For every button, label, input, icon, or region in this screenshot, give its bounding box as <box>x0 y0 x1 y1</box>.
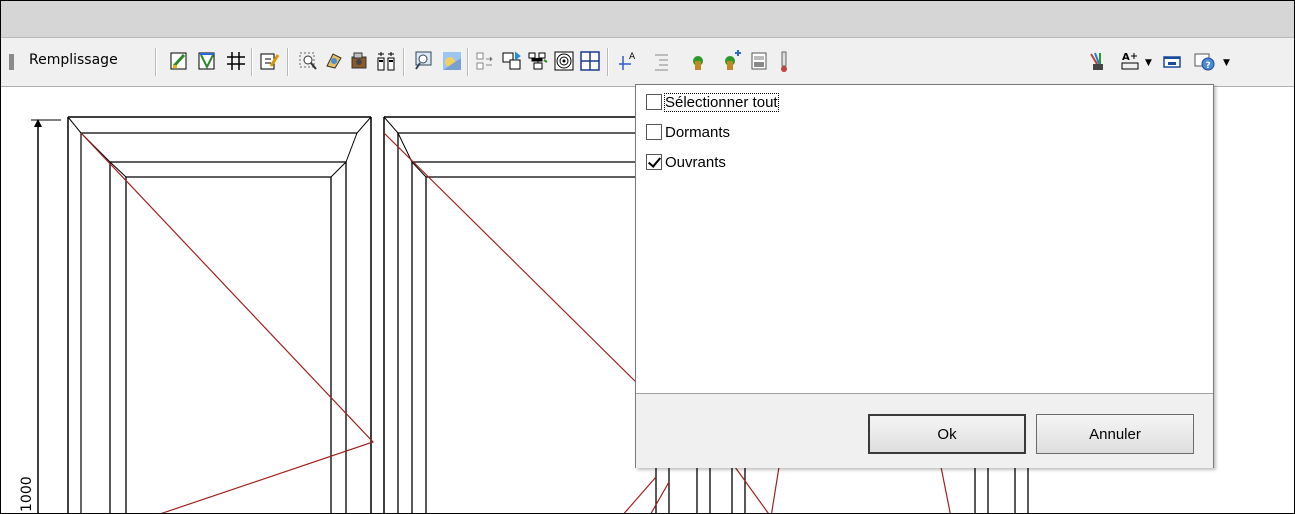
edit-pencil-icon[interactable] <box>259 50 281 72</box>
cancel-button[interactable]: Annuler <box>1036 414 1194 454</box>
split-icon[interactable] <box>475 50 497 72</box>
title-bar <box>1 1 1294 38</box>
thermometer-icon[interactable] <box>781 51 787 72</box>
eraser-icon[interactable] <box>197 50 219 72</box>
tree-add-icon[interactable] <box>725 50 741 70</box>
toolbar-icons-row-right <box>655 50 787 72</box>
toolbar-separator <box>287 48 289 76</box>
toolbar-separator <box>155 48 157 76</box>
checkbox-dormants-label[interactable]: Dormants <box>665 124 730 141</box>
toolbar-separator <box>251 48 253 76</box>
toolbar-separator <box>607 48 609 76</box>
list-indent-icon[interactable] <box>655 54 668 71</box>
tree-icon[interactable] <box>693 56 703 70</box>
dimension-arrow-icon[interactable]: A <box>617 50 639 72</box>
checkbox-dormants-box[interactable] <box>646 124 662 140</box>
popup-footer: Ok Annuler <box>636 393 1213 468</box>
sky-icon[interactable] <box>441 50 463 72</box>
rotate-object-icon[interactable] <box>323 50 345 72</box>
application-window: Remplissage A A ▼ ? ▼ 1000 Sélectionner … <box>0 0 1295 514</box>
toolbar-grip[interactable] <box>9 54 14 70</box>
grid-icon[interactable] <box>225 50 247 72</box>
checkbox-select-all[interactable]: Sélectionner tout <box>646 91 779 113</box>
zoom-preview-icon[interactable] <box>413 50 435 72</box>
branch-icon[interactable] <box>527 50 549 72</box>
table-grid-icon[interactable] <box>579 50 601 72</box>
chevron-down-icon[interactable]: ▼ <box>1145 58 1152 68</box>
insert-frame-icon[interactable] <box>501 50 523 72</box>
checkbox-ouvrants-label[interactable]: Ouvrants <box>665 154 726 171</box>
fill-color-icon[interactable] <box>169 50 191 72</box>
window-view-icon[interactable] <box>751 52 767 70</box>
ok-button[interactable]: Ok <box>868 414 1026 454</box>
dimension-label: 1000 <box>19 476 35 512</box>
svg-text:?: ? <box>1206 61 1211 71</box>
circle-target-icon[interactable] <box>553 50 575 72</box>
camera-icon[interactable] <box>349 50 371 72</box>
toolbar-overflow-placeholder <box>865 99 893 133</box>
svg-text:A: A <box>1122 52 1130 63</box>
columns-icon[interactable] <box>375 50 397 72</box>
chevron-down-icon[interactable]: ▼ <box>1223 58 1230 68</box>
checkbox-dormants[interactable]: Dormants <box>646 121 730 143</box>
checkbox-select-all-label[interactable]: Sélectionner tout <box>664 92 779 112</box>
window-icon[interactable] <box>1161 50 1183 72</box>
toolbar-separator <box>467 48 469 76</box>
selection-popup: Sélectionner tout Dormants Ouvrants Ok A… <box>635 84 1214 468</box>
zoom-select-icon[interactable] <box>297 50 319 72</box>
checkbox-ouvrants[interactable]: Ouvrants <box>646 151 726 173</box>
remplissage-label[interactable]: Remplissage <box>29 52 118 68</box>
text-format-icon[interactable]: A <box>1119 50 1141 72</box>
checkbox-ouvrants-box[interactable] <box>646 154 662 170</box>
checkbox-select-all-box[interactable] <box>646 94 662 110</box>
help-icon[interactable]: ? <box>1193 50 1215 72</box>
brush-icon[interactable] <box>1087 50 1109 72</box>
toolbar: Remplissage A A ▼ ? ▼ <box>1 38 1294 87</box>
toolbar-separator <box>403 48 405 76</box>
svg-text:A: A <box>629 52 636 62</box>
